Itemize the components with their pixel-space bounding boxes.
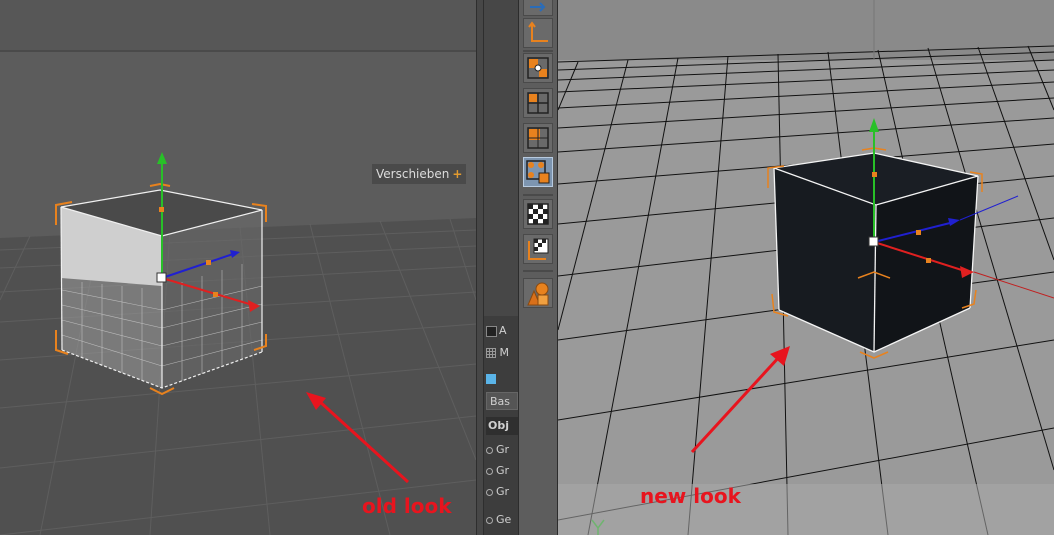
attribute-item[interactable]: Gr <box>486 483 518 501</box>
model-mode-button[interactable] <box>523 53 553 83</box>
texture-mode-button[interactable] <box>523 157 553 187</box>
toolbar-separator <box>523 194 553 196</box>
grid-dots-icon <box>486 348 496 358</box>
cube-object-icon <box>486 374 496 384</box>
object-mode-button[interactable] <box>523 123 553 153</box>
move-tool-hud: Verschieben + <box>372 164 467 184</box>
checker-axis-button[interactable] <box>523 234 553 264</box>
hud-label: Verschieben <box>376 167 450 181</box>
attributes-panel: A M Bas Obj Gr Gr Gr Ge <box>484 0 518 535</box>
radio-icon <box>486 516 493 524</box>
checker-icon <box>527 203 549 225</box>
attribute-item[interactable]: Gr <box>486 462 518 480</box>
axis-origin-handle <box>156 272 167 283</box>
axis-corner-icon <box>528 21 548 42</box>
object-cube-row[interactable] <box>486 370 518 388</box>
texture-mode-icon <box>526 160 550 184</box>
attribute-item[interactable]: Ge <box>486 511 518 529</box>
new-look-scene <box>558 0 1054 535</box>
attribute-item[interactable]: Gr <box>486 441 518 459</box>
mode-toolbar <box>518 0 558 535</box>
toolbar-separator <box>523 50 553 52</box>
mode-square-icon <box>486 325 497 337</box>
move-arrow-button[interactable] <box>523 0 553 16</box>
right-viewport-new-look[interactable] <box>558 0 1054 535</box>
panel-divider[interactable] <box>476 0 484 535</box>
old-look-label: old look <box>362 494 452 518</box>
axis-origin-handle <box>868 236 879 247</box>
polygon-grid-button[interactable] <box>523 88 553 118</box>
move-arrow-icon <box>530 2 546 12</box>
primitives-button[interactable] <box>523 278 553 308</box>
checker-axis-icon <box>528 238 549 260</box>
right-viewport-footer <box>558 484 1054 535</box>
old-look-scene <box>0 152 476 535</box>
axis-corner-button[interactable] <box>523 18 553 48</box>
primitives-icon <box>527 282 549 306</box>
object-mode-icon <box>527 127 549 149</box>
attributes-grid-row[interactable]: M <box>486 344 518 362</box>
cube-side-face <box>874 176 978 352</box>
radio-icon <box>486 488 493 496</box>
attributes-panel-empty-area <box>484 0 518 316</box>
left-viewport-old-look[interactable]: Verschieben + <box>0 0 476 535</box>
radio-icon <box>486 446 493 454</box>
attributes-mode-row[interactable]: A <box>486 322 518 340</box>
radio-icon <box>486 467 493 475</box>
toolbar-separator <box>523 270 553 272</box>
new-look-label: new look <box>640 484 741 508</box>
new-look-arrow <box>690 354 782 454</box>
section-object: Obj <box>486 417 518 435</box>
move-plus-icon: + <box>452 167 463 181</box>
polygon-grid-icon <box>527 92 549 114</box>
axis-x-extension <box>973 271 1054 299</box>
checker-button[interactable] <box>523 199 553 229</box>
tab-basic[interactable]: Bas <box>486 392 518 410</box>
model-mode-icon <box>527 57 549 79</box>
